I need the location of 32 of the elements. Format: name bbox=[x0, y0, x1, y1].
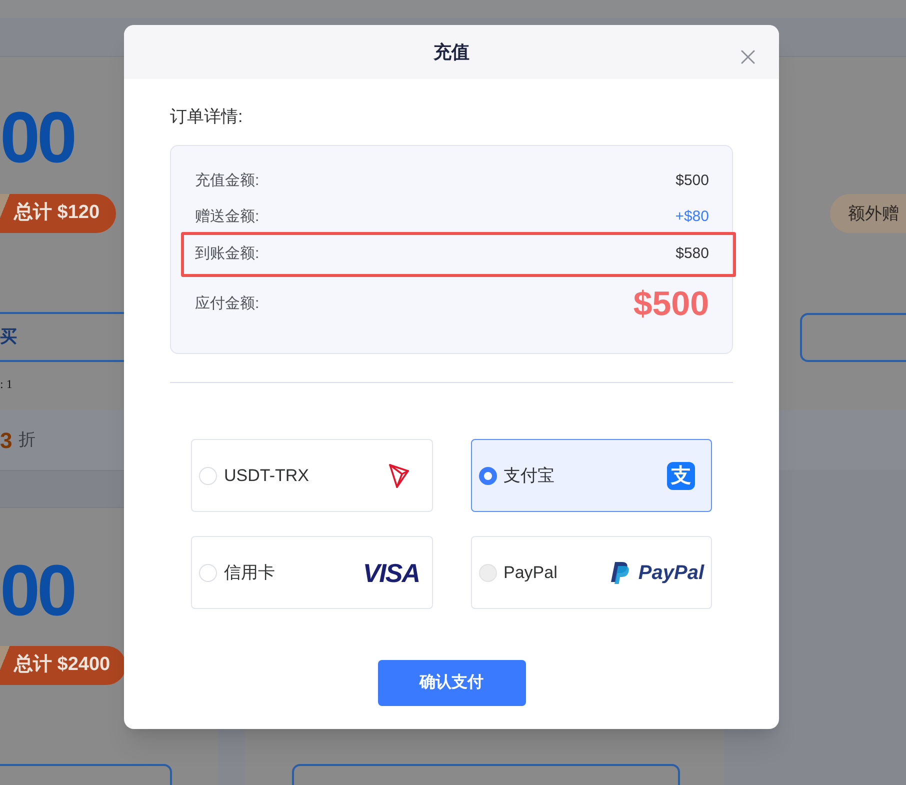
stock-note: : 1 bbox=[0, 376, 12, 392]
payment-option[interactable]: 信用卡 VISA bbox=[191, 536, 432, 609]
close-button[interactable] bbox=[741, 50, 755, 64]
detail-label: 到账金额: bbox=[195, 244, 260, 264]
confirm-button[interactable]: 确认支付 bbox=[378, 660, 526, 706]
outline-button[interactable] bbox=[292, 764, 680, 785]
payment-option[interactable]: USDT-TRX bbox=[191, 439, 432, 512]
logo-wordmark: VISA bbox=[362, 560, 420, 586]
total-tag: 总计 $120 bbox=[0, 194, 116, 233]
bonus-tag: 额外赠 bbox=[830, 194, 906, 233]
payment-option[interactable]: 支付宝 支 bbox=[470, 439, 712, 512]
outline-button[interactable] bbox=[800, 313, 906, 362]
discount-value: 3 bbox=[0, 426, 12, 454]
monogram-icon bbox=[610, 560, 630, 584]
detail-label: 充值金额: bbox=[195, 170, 260, 191]
detail-value: $580 bbox=[676, 244, 709, 264]
total-tag: 总计 $2400 bbox=[0, 646, 126, 685]
detail-value: $500 bbox=[676, 170, 709, 191]
close-icon bbox=[741, 50, 755, 64]
logo-tile: 支 bbox=[667, 462, 695, 490]
detail-label: 赠送金额: bbox=[195, 206, 260, 227]
buy-button[interactable] bbox=[0, 764, 172, 785]
detail-value: +$80 bbox=[675, 206, 709, 227]
detail-value: $500 bbox=[633, 287, 709, 321]
price-amount: 00 bbox=[0, 102, 74, 174]
dialog-title: 充值 bbox=[434, 40, 470, 64]
section-title: 订单详情: bbox=[170, 106, 243, 128]
detail-label: 应付金额: bbox=[195, 294, 260, 314]
triangle-logo-icon bbox=[388, 464, 408, 488]
price-amount: 00 bbox=[0, 555, 74, 627]
logo-wordmark: PayPal bbox=[638, 562, 704, 582]
discount-unit: 折 bbox=[18, 429, 36, 452]
